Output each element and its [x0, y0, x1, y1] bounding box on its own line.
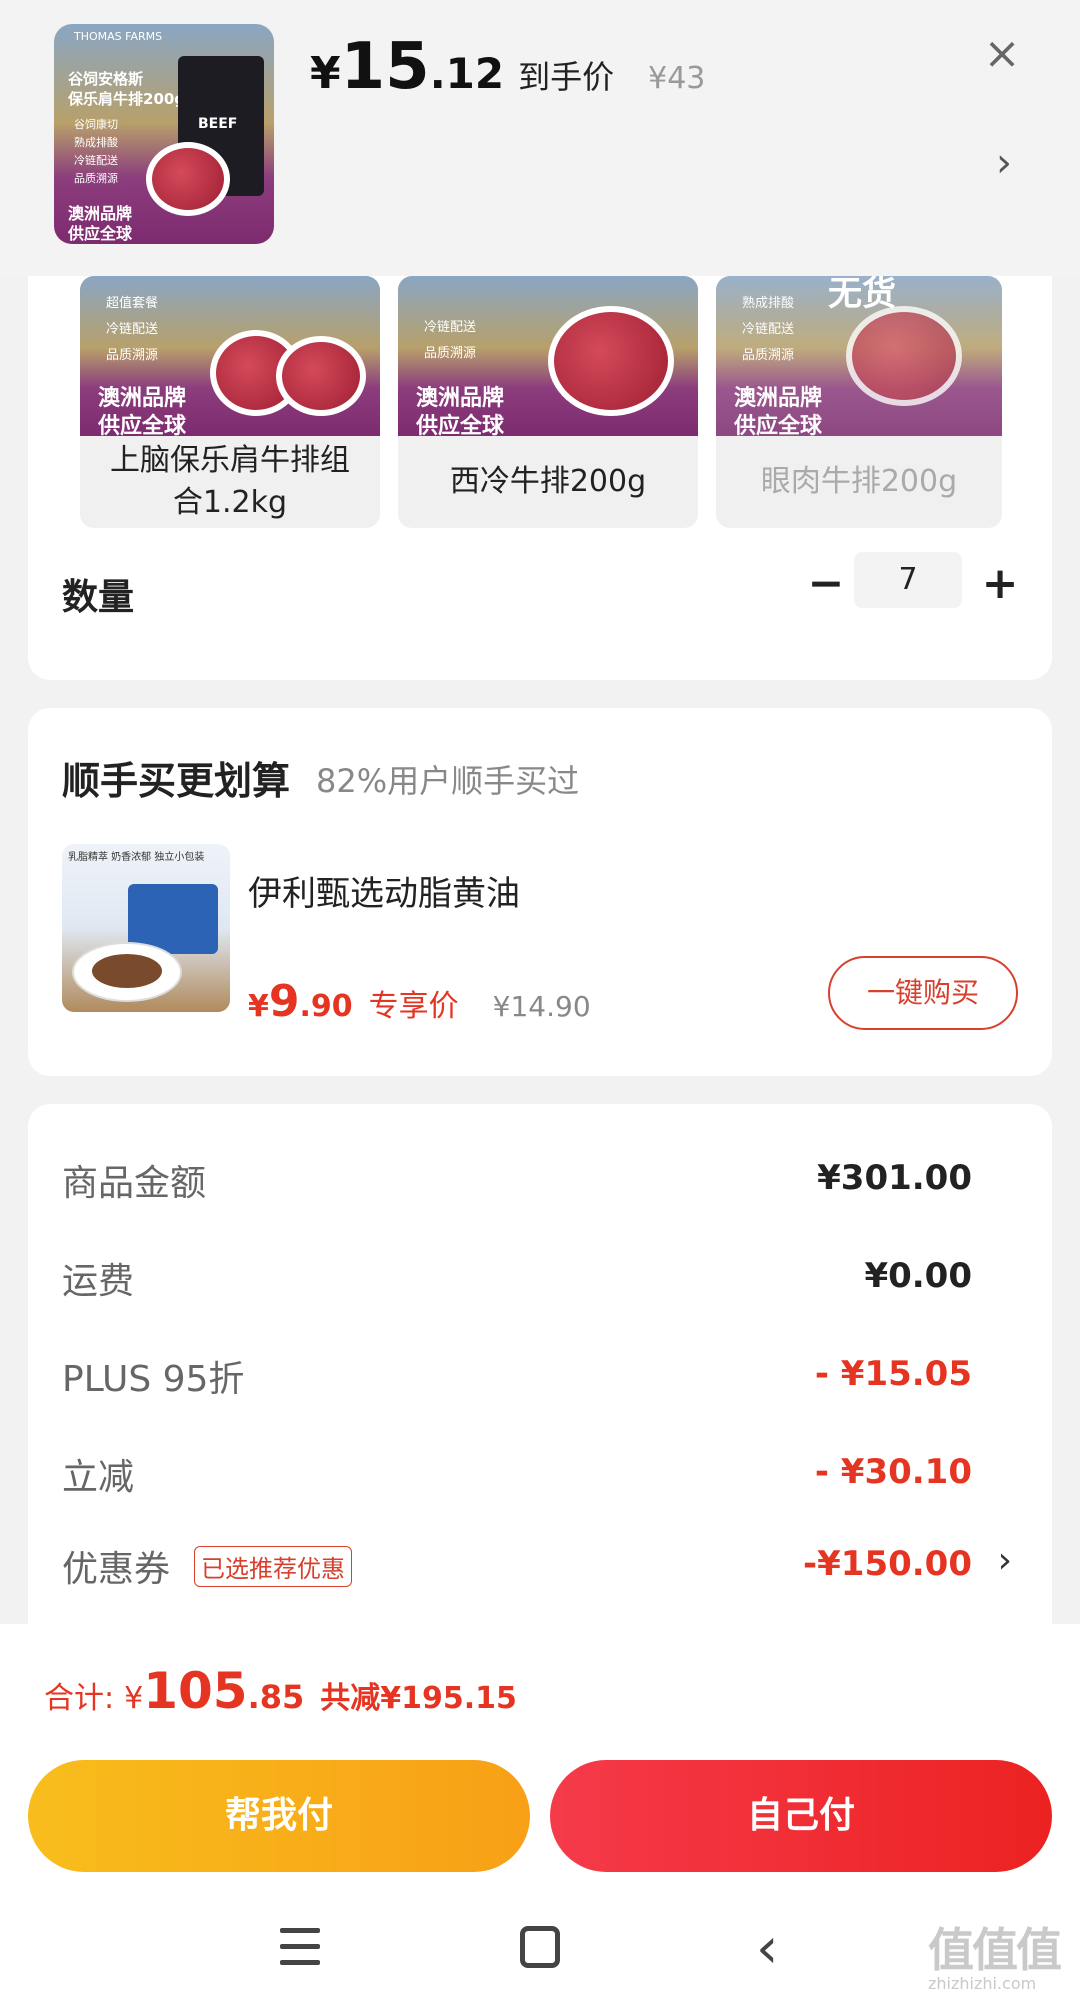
chevron-right-icon[interactable]: › — [996, 140, 1012, 186]
thumb-title-1: 谷饲安格斯 — [68, 70, 144, 88]
original-price: ¥43 — [648, 61, 706, 96]
coupon-value: -¥150.00 — [803, 1544, 972, 1584]
addon-title: 顺手买更划算 — [62, 759, 291, 803]
spec-tag: 熟成排酸 — [742, 296, 795, 311]
spec-label: 西冷牛排200g — [449, 464, 647, 499]
price-decimal: .12 — [429, 49, 505, 98]
chevron-right-icon[interactable]: › — [998, 1540, 1012, 1581]
payment-actions: 帮我付 自己付 — [0, 1748, 1080, 1890]
summary-row-shipping: 运费 ¥0.00 — [62, 1252, 1012, 1312]
menu-icon[interactable] — [280, 1928, 324, 1968]
home-icon[interactable] — [520, 1926, 560, 1968]
quantity-input[interactable]: 7 — [854, 552, 962, 608]
system-nav-bar: ‹ 值值值 zhizhizhi.com — [0, 1890, 1080, 2011]
quantity-label: 数量 — [62, 577, 135, 618]
steak-image — [276, 336, 366, 416]
final-price: ¥ 15 .12 到手价 ¥43 — [310, 30, 705, 104]
spec-tag: 品质溯源 — [742, 348, 795, 363]
addon-price-tag: 专享价 — [368, 989, 459, 1024]
addon-product-name[interactable]: 伊利甄选动脂黄油 — [248, 866, 520, 915]
summary-value: - ¥30.10 — [814, 1452, 972, 1492]
steak-image — [146, 142, 230, 216]
addon-product-image[interactable]: 乳脂精萃 奶香浓郁 独立小包装 — [62, 844, 230, 1012]
self-pay-button[interactable]: 自己付 — [550, 1760, 1052, 1872]
back-icon[interactable]: ‹ — [756, 1916, 778, 1981]
summary-row-plus-discount: PLUS 95折 - ¥15.05 — [62, 1350, 1012, 1410]
steak-image — [846, 306, 962, 406]
spec-option-combo[interactable]: 超值套餐 冷链配送 品质溯源 澳洲品牌 供应全球 上脑保乐肩牛排组合1.2kg — [80, 276, 380, 528]
price-currency: ¥ — [310, 48, 341, 99]
spec-image: 冷链配送 品质溯源 澳洲品牌 供应全球 — [398, 276, 698, 439]
spec-tag: 冷链配送 — [742, 322, 795, 337]
thumb-tag: 冷链配送 — [74, 154, 118, 167]
product-header: THOMAS FARMS 谷饲安格斯 保乐肩牛排200g 谷饲康切 熟成排酸 冷… — [0, 0, 1080, 276]
coupon-badge: 已选推荐优惠 — [194, 1546, 352, 1587]
spec-label: 眼肉牛排200g — [760, 464, 958, 499]
summary-row-instant-discount: 立减 - ¥30.10 — [62, 1448, 1012, 1508]
thumb-slogan-2: 供应全球 — [68, 224, 133, 243]
total-amount: 合计: ¥ 105 .85 共减¥195.15 — [44, 1662, 517, 1720]
thumb-title-2: 保乐肩牛排200g — [68, 90, 186, 108]
summary-row-coupon[interactable]: 优惠券 已选推荐优惠 -¥150.00 › — [62, 1540, 1012, 1600]
summary-label: PLUS 95折 — [62, 1359, 245, 1400]
price-integer: 15 — [340, 30, 430, 104]
spec-tag: 冷链配送 — [106, 322, 159, 337]
total-decimal: .85 — [247, 1678, 305, 1716]
spec-option-sirloin[interactable]: 冷链配送 品质溯源 澳洲品牌 供应全球 西冷牛排200g — [398, 276, 698, 528]
addon-price-integer: 9 — [268, 976, 300, 1027]
addon-price-decimal: .90 — [299, 989, 353, 1024]
total-label: 合计: — [44, 1681, 115, 1716]
product-thumbnail: THOMAS FARMS 谷饲安格斯 保乐肩牛排200g 谷饲康切 熟成排酸 冷… — [54, 24, 274, 244]
summary-value: ¥301.00 — [817, 1158, 972, 1198]
bag-label: BEEF — [198, 116, 238, 132]
total-currency: ¥ — [124, 1681, 144, 1716]
thumb-tag: 熟成排酸 — [74, 136, 118, 149]
total-bar: 合计: ¥ 105 .85 共减¥195.15 — [0, 1624, 1080, 1748]
spec-label: 上脑保乐肩牛排组合1.2kg — [110, 443, 350, 520]
summary-row-goods: 商品金额 ¥301.00 — [62, 1154, 1012, 1214]
summary-value: - ¥15.05 — [814, 1354, 972, 1394]
total-integer: 105 — [143, 1662, 248, 1720]
spec-tag: 冷链配送 — [424, 320, 477, 335]
watermark-logo: 值值值 — [928, 1923, 1062, 1977]
spec-tag: 品质溯源 — [106, 348, 159, 363]
watermark-domain: zhizhizhi.com — [928, 1974, 1037, 1993]
thumb-tag: 谷饲康切 — [74, 118, 118, 131]
addon-recommendation-card: 顺手买更划算 82%用户顺手买过 乳脂精萃 奶香浓郁 独立小包装 伊利甄选动脂黄… — [28, 708, 1052, 1076]
summary-label: 立减 — [62, 1457, 135, 1498]
summary-label: 商品金额 — [62, 1163, 207, 1204]
steak-image — [92, 954, 162, 988]
quantity-increase-button[interactable]: + — [972, 556, 1028, 612]
thumb-tag: 品质溯源 — [74, 172, 118, 185]
addon-original-price: ¥14.90 — [492, 990, 591, 1023]
thumb-brand: THOMAS FARMS — [74, 30, 163, 43]
quantity-decrease-button[interactable]: − — [798, 556, 854, 612]
addon-subtitle: 82%用户顺手买过 — [316, 762, 580, 800]
spec-image: 超值套餐 冷链配送 品质溯源 澳洲品牌 供应全球 — [80, 276, 380, 439]
summary-value: ¥0.00 — [864, 1256, 972, 1296]
price-tag: 到手价 — [518, 58, 615, 96]
close-icon[interactable]: × — [978, 30, 1026, 78]
help-pay-button[interactable]: 帮我付 — [28, 1760, 530, 1872]
addon-price: ¥ 9 .90 专享价 ¥14.90 — [248, 976, 591, 1027]
addon-thumb-tags: 乳脂精萃 奶香浓郁 独立小包装 — [68, 852, 205, 863]
spec-tag: 品质溯源 — [424, 346, 477, 361]
total-savings: 共减¥195.15 — [320, 1681, 517, 1716]
addon-price-currency: ¥ — [248, 989, 269, 1024]
coupon-label: 优惠券 — [62, 1549, 171, 1590]
summary-label: 运费 — [62, 1261, 135, 1302]
one-click-buy-button[interactable]: 一键购买 — [828, 956, 1018, 1030]
order-summary-card: 商品金额 ¥301.00 运费 ¥0.00 PLUS 95折 - ¥15.05 … — [28, 1104, 1052, 1664]
spec-tag: 超值套餐 — [106, 296, 159, 311]
steak-image — [548, 306, 674, 416]
